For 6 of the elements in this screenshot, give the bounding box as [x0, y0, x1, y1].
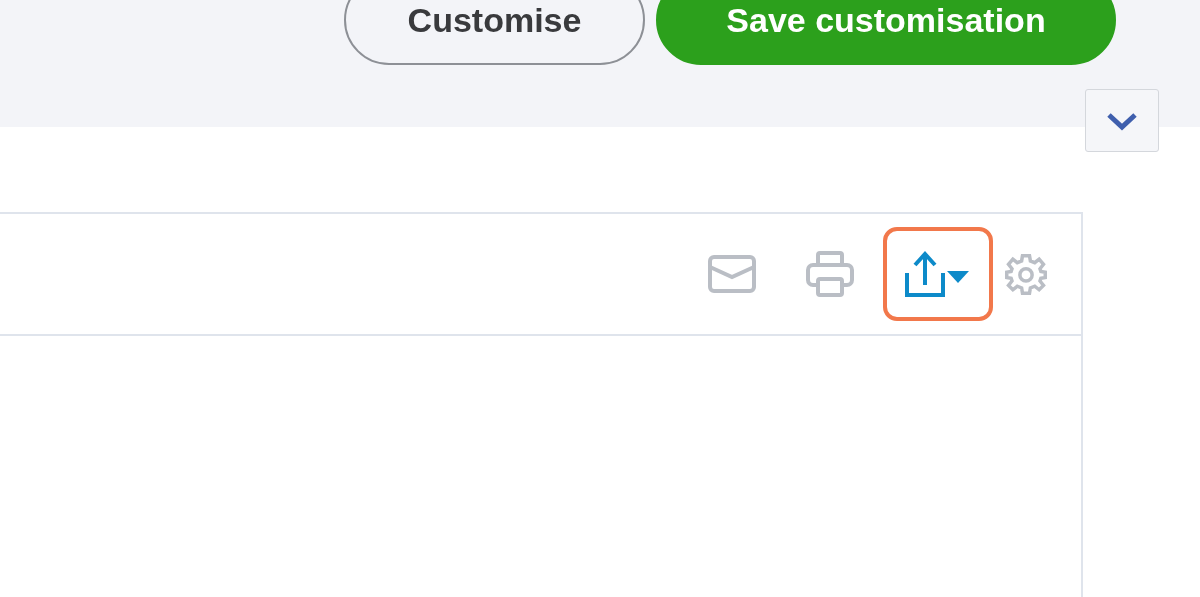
chevron-down-icon — [1106, 110, 1138, 131]
print-icon — [806, 251, 854, 297]
export-button[interactable] — [883, 227, 993, 321]
mail-icon — [708, 255, 756, 293]
customise-button[interactable]: Customise — [344, 0, 645, 65]
collapse-button[interactable] — [1085, 89, 1159, 152]
